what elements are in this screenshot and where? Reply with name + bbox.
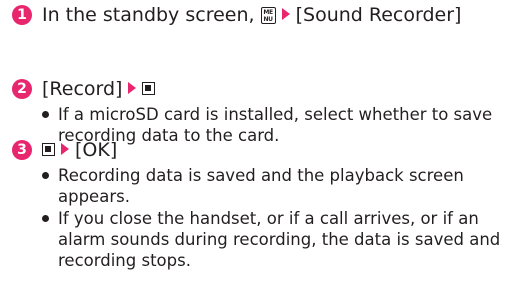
- list-item: If you close the handset, or if a call a…: [12, 208, 502, 271]
- step-3-text-b: [OK]: [75, 139, 118, 161]
- step-2-instruction: 2 [Record]: [12, 76, 502, 102]
- step-1-text-a: In the standby screen,: [42, 4, 261, 26]
- step-1-text-b: [Sound Recorder]: [295, 4, 462, 26]
- step-3: 3 [OK] Recording data is saved and the p…: [12, 137, 502, 272]
- menu-key-icon: ME NU: [260, 7, 276, 24]
- list-item: Recording data is saved and the playback…: [12, 165, 502, 207]
- arrow-right-icon: [61, 143, 69, 155]
- bullet-icon: [42, 215, 49, 222]
- arrow-right-icon: [128, 82, 137, 94]
- arrow-right-icon: [281, 8, 290, 20]
- step-number-badge: 2: [12, 79, 32, 99]
- step-3-notes: Recording data is saved and the playback…: [12, 165, 502, 271]
- step-2-text-a: [Record]: [42, 78, 123, 100]
- bullet-icon: [42, 111, 49, 118]
- step-3-instruction: 3 [OK]: [12, 137, 502, 163]
- bullet-icon: [42, 172, 49, 179]
- stop-square-key-icon: [142, 82, 156, 95]
- step-1: 1 In the standby screen, ME NU [Sound Reco…: [12, 2, 502, 28]
- step-number-badge: 3: [12, 140, 32, 160]
- step-1-instruction: 1 In the standby screen, ME NU [Sound Reco…: [12, 2, 502, 28]
- stop-square-key-icon: [42, 143, 55, 156]
- step-number-badge: 1: [12, 5, 32, 25]
